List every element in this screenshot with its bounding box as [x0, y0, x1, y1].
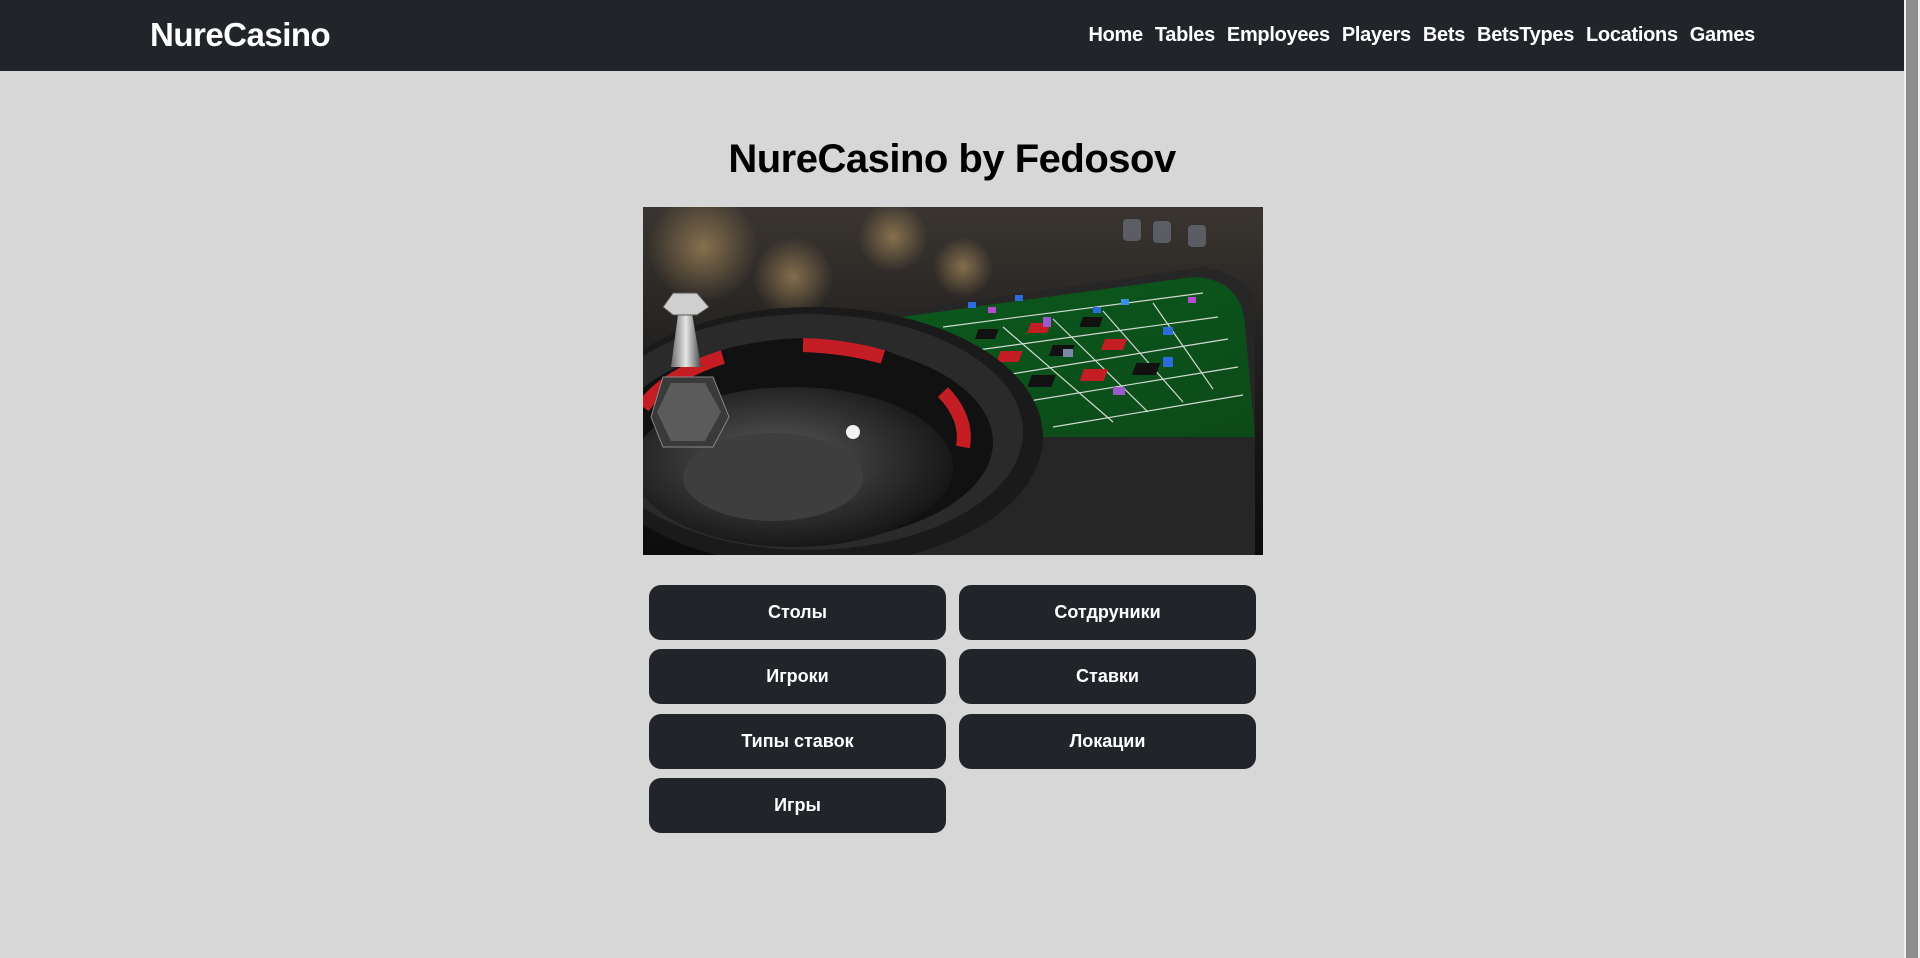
nav-links: Home Tables Employees Players Bets BetsT… [1088, 20, 1755, 50]
employees-button[interactable]: Сотдруники [959, 585, 1256, 640]
nav-link-home[interactable]: Home [1088, 24, 1143, 47]
page-title: NureCasino by Fedosov [728, 137, 1176, 181]
nav-link-tables[interactable]: Tables [1155, 24, 1215, 47]
bets-button[interactable]: Ставки [959, 649, 1256, 704]
roulette-hero-image [643, 207, 1263, 555]
locations-button[interactable]: Локации [959, 714, 1256, 769]
tables-button[interactable]: Столы [649, 585, 946, 640]
players-button[interactable]: Игроки [649, 649, 946, 704]
nav-link-bets[interactable]: Bets [1423, 24, 1465, 47]
nav-link-betstypes[interactable]: BetsTypes [1477, 24, 1574, 47]
games-button[interactable]: Игры [649, 778, 946, 833]
nav-link-employees[interactable]: Employees [1227, 24, 1330, 47]
brand-logo-link[interactable]: NureCasino [150, 15, 331, 55]
scrollbar-thumb[interactable] [1906, 0, 1918, 958]
nav-link-locations[interactable]: Locations [1586, 24, 1678, 47]
nav-link-games[interactable]: Games [1690, 24, 1756, 47]
vertical-scrollbar[interactable] [1904, 0, 1920, 958]
bet-types-button[interactable]: Типы ставок [649, 714, 946, 769]
nav-link-players[interactable]: Players [1342, 24, 1411, 47]
top-navbar: NureCasino Home Tables Employees Players… [0, 0, 1904, 71]
